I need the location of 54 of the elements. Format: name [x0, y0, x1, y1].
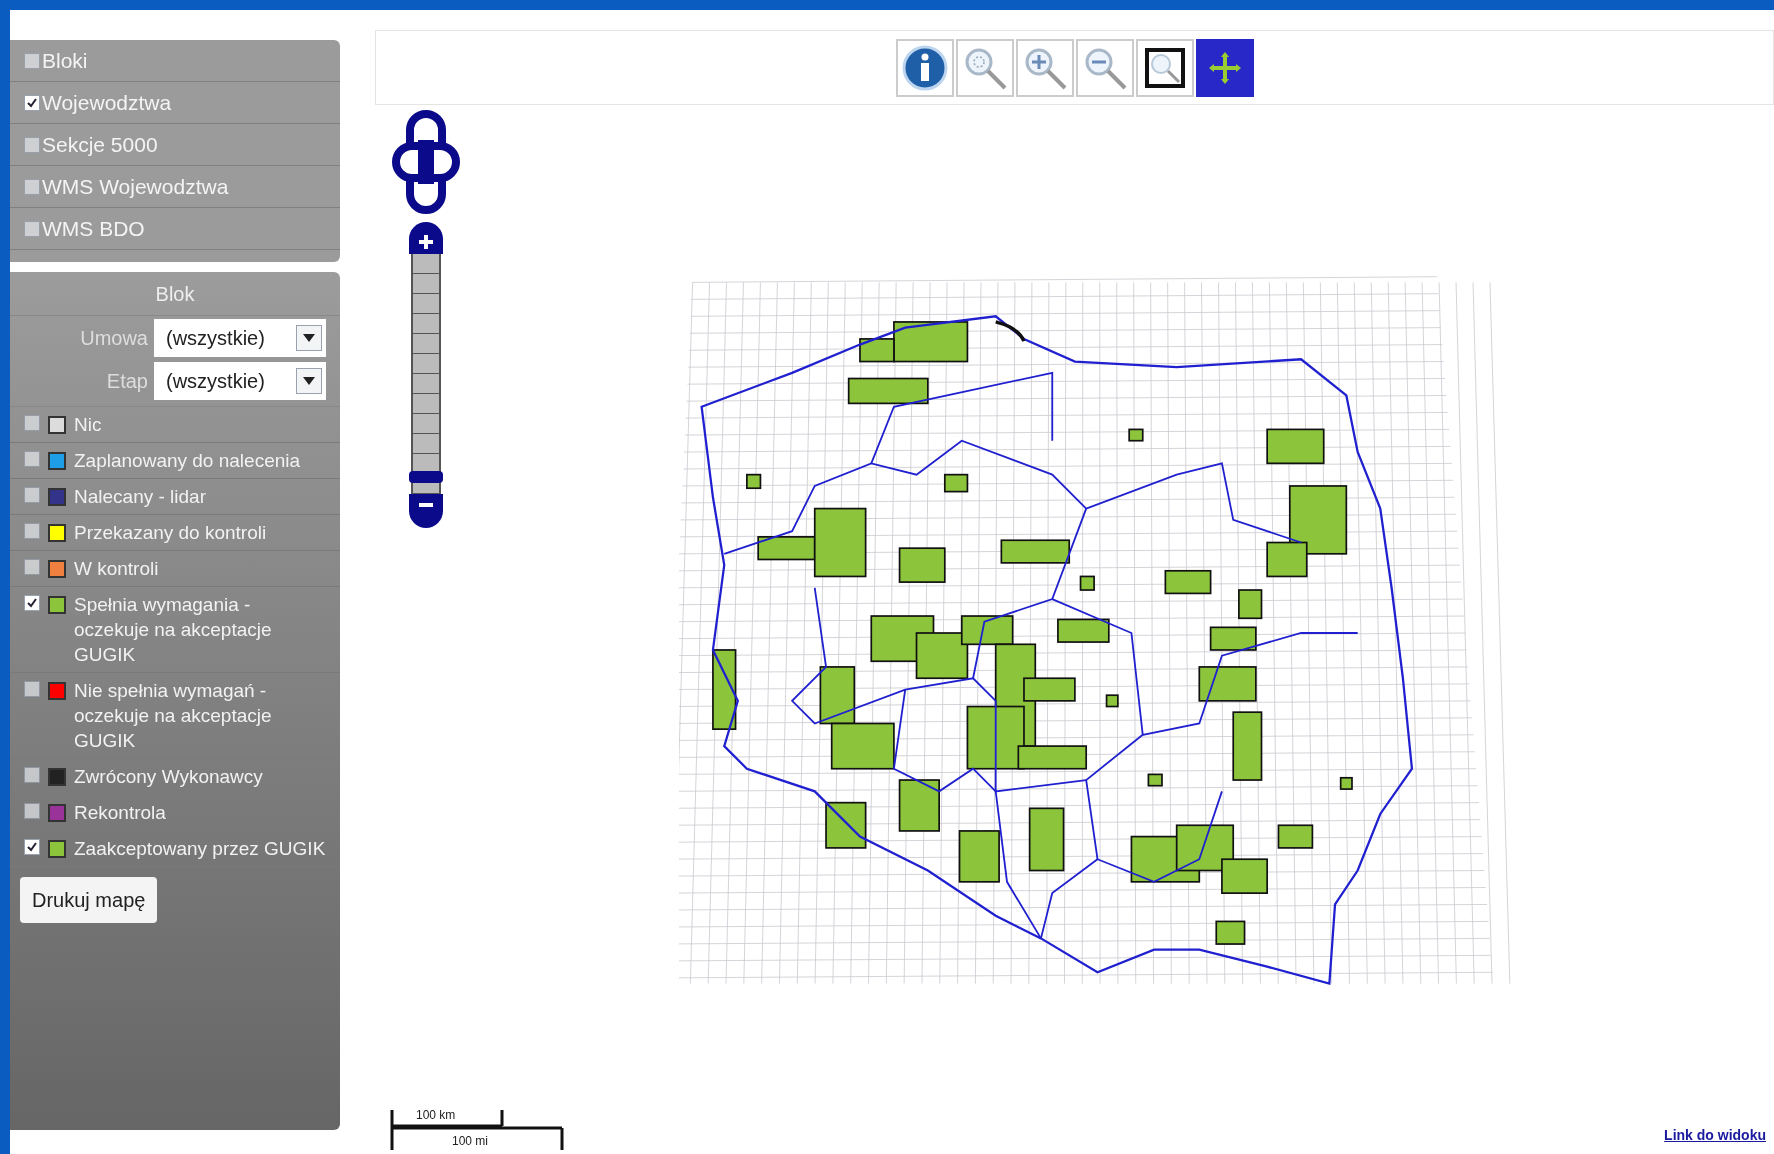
layer-label: WMS Wojewodztwa [42, 173, 229, 200]
checkbox[interactable] [24, 94, 40, 111]
layer-label: Sekcje 5000 [42, 131, 158, 158]
caret-icon [296, 367, 322, 394]
legend-label: Zwrócony Wykonawcy [74, 765, 263, 789]
zoom-in-button[interactable] [409, 222, 443, 254]
checkbox[interactable] [24, 52, 40, 69]
scale-label: 100 km [416, 1107, 456, 1124]
checkbox[interactable] [24, 523, 40, 539]
toolbar-button[interactable] [1195, 38, 1254, 97]
checkbox[interactable] [24, 681, 40, 697]
legend-label: Zaplanowany do nalecenia [74, 449, 301, 473]
legend-label: Nalecany - lidar [74, 485, 206, 509]
checkbox[interactable] [24, 415, 40, 431]
dropdown[interactable]: (wszystkie) [154, 361, 326, 400]
checkbox[interactable] [24, 178, 40, 195]
legend-label: Zaakceptowany przez GUGIK [74, 837, 326, 861]
minus-icon [417, 502, 435, 508]
scale-label: 100 mi [452, 1133, 489, 1150]
check-icon [26, 96, 38, 109]
dropdown[interactable]: (wszystkie) [154, 318, 326, 357]
checkbox[interactable] [24, 803, 40, 819]
check-icon [26, 841, 38, 853]
checkbox[interactable] [24, 451, 40, 467]
panel-title: Blok [155, 281, 195, 307]
legend-label: W kontroli [74, 557, 159, 581]
layer-label: Bloki [42, 47, 88, 74]
info-icon [900, 43, 949, 92]
view-link[interactable]: Link do widoku [1664, 1125, 1766, 1146]
field-label: Etap [106, 368, 148, 394]
legend-label: Nic [74, 413, 102, 437]
checkbox[interactable] [24, 220, 40, 237]
pan-control-icon[interactable] [392, 110, 460, 214]
zoom-out-button[interactable] [409, 494, 443, 528]
layer-label: Wojewodztwa [42, 89, 172, 116]
checkbox[interactable] [24, 487, 40, 503]
legend-label: Nie spełnia wymagań - oczekuje na akceptacje GUGIK [74, 679, 273, 753]
toolbar-button[interactable] [895, 38, 954, 97]
checkbox[interactable] [24, 767, 40, 783]
print-map-button[interactable]: Drukuj mapę [20, 877, 158, 923]
field-label: Umowa [80, 325, 148, 351]
legend-label: Przekazany do kontroli [74, 521, 267, 545]
checkbox[interactable] [24, 559, 40, 575]
legend-label: Spełnia wymagania - oczekuje na akceptacje GUGIK [74, 593, 273, 667]
checkbox[interactable] [24, 136, 40, 153]
legend-label: Rekontrola [74, 801, 166, 825]
layer-label: WMS BDO [42, 215, 145, 242]
checkbox[interactable] [24, 595, 40, 611]
caret-icon [296, 324, 322, 351]
zoom-slider-thumb[interactable] [409, 470, 443, 483]
plus-icon [417, 233, 435, 251]
check-icon [26, 597, 38, 609]
checkbox[interactable] [24, 839, 40, 855]
toolbar-button[interactable] [1135, 38, 1194, 97]
